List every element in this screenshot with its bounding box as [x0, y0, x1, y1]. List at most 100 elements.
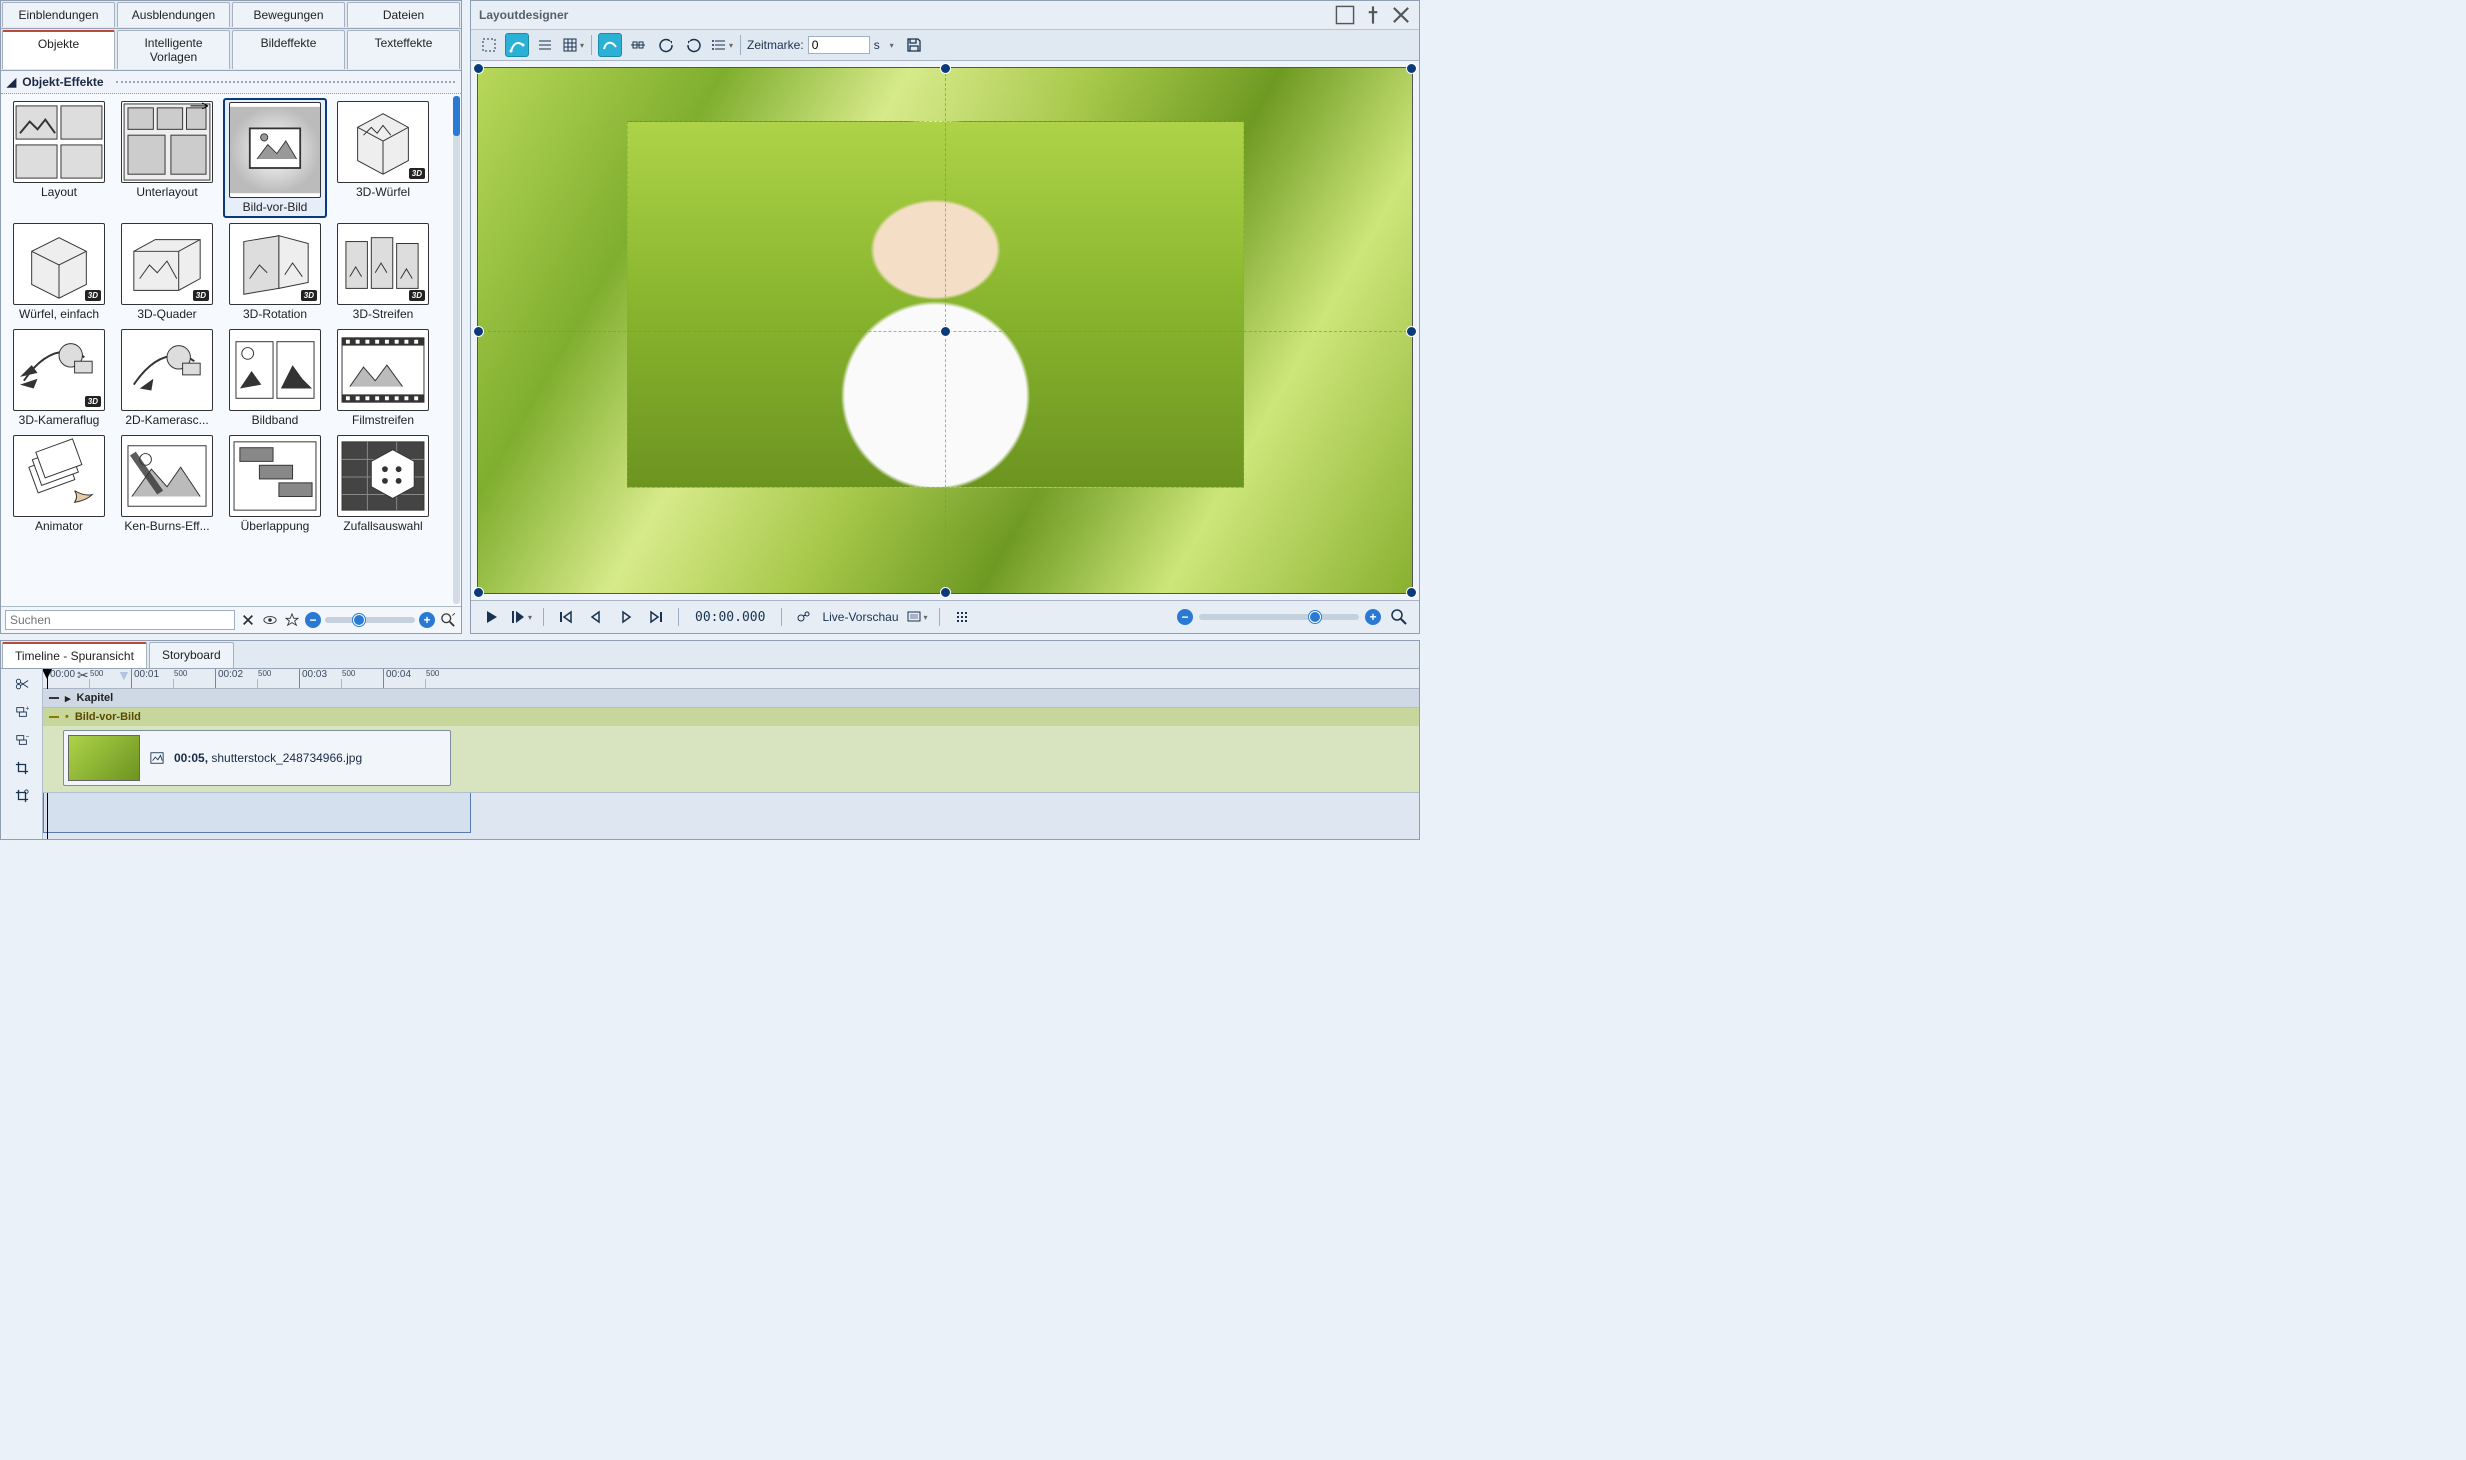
- play-icon[interactable]: [479, 605, 503, 629]
- marker-icon[interactable]: ▼: [117, 669, 131, 683]
- clear-search-icon[interactable]: [239, 611, 257, 629]
- tab-ausblendungen[interactable]: Ausblendungen: [117, 2, 230, 27]
- fit-canvas-icon[interactable]: [1387, 605, 1411, 629]
- effect-bild-vor-bild[interactable]: Bild-vor-Bild: [223, 98, 327, 218]
- save-icon[interactable]: [902, 33, 926, 57]
- thumbnail-zoom-slider[interactable]: [325, 617, 415, 623]
- resize-handle[interactable]: [1406, 63, 1417, 74]
- playback-time: 00:00.000: [689, 610, 771, 625]
- add-track-icon[interactable]: +: [9, 701, 35, 723]
- tab-dateien[interactable]: Dateien: [347, 2, 460, 27]
- timecode-unit-dropdown[interactable]: [884, 33, 898, 57]
- svg-text:−: −: [25, 733, 29, 740]
- effect-label: 3D-Rotation: [226, 307, 324, 321]
- tab-einblendungen[interactable]: Einblendungen: [2, 2, 115, 27]
- preview-quality-icon[interactable]: [905, 605, 929, 629]
- effect-ueberlappung[interactable]: Überlappung: [223, 432, 327, 536]
- effect-bildband[interactable]: Bildband: [223, 326, 327, 430]
- keyframe-tool-icon[interactable]: [626, 33, 650, 57]
- timecode-label: Zeitmarke:: [747, 38, 804, 52]
- effect-3d-kameraflug[interactable]: 3D 3D-Kameraflug: [7, 326, 111, 430]
- curve-tool-icon[interactable]: [505, 33, 529, 57]
- live-preview-toggle-icon[interactable]: [792, 605, 816, 629]
- canvas-zoom-slider[interactable]: [1199, 614, 1359, 620]
- tab-intelligente-vorlagen[interactable]: Intelligente Vorlagen: [117, 30, 230, 69]
- resize-handle[interactable]: [940, 326, 951, 337]
- effects-scrollbar[interactable]: [453, 96, 460, 604]
- effect-unterlayout[interactable]: Unterlayout: [115, 98, 219, 218]
- resize-handle[interactable]: [1406, 326, 1417, 337]
- effect-layout[interactable]: Layout: [7, 98, 111, 218]
- resize-handle[interactable]: [1406, 587, 1417, 598]
- maximize-icon[interactable]: [1335, 5, 1355, 25]
- scissors-tool-icon[interactable]: [9, 673, 35, 695]
- designer-canvas[interactable]: [477, 67, 1413, 594]
- next-frame-icon[interactable]: [614, 605, 638, 629]
- effect-3d-wuerfel[interactable]: 3D 3D-Würfel: [331, 98, 435, 218]
- effect-zufallsauswahl[interactable]: Zufallsauswahl: [331, 432, 435, 536]
- eye-icon[interactable]: [261, 611, 279, 629]
- path-tool-icon[interactable]: [598, 33, 622, 57]
- resize-handle[interactable]: [473, 587, 484, 598]
- rotate-cw-icon[interactable]: [654, 33, 678, 57]
- select-tool-icon[interactable]: [477, 33, 501, 57]
- badge-3d: 3D: [85, 396, 101, 407]
- timecode-input[interactable]: [808, 36, 870, 54]
- tab-objekte[interactable]: Objekte: [2, 30, 115, 69]
- effect-wuerfel-einfach[interactable]: 3D Würfel, einfach: [7, 220, 111, 324]
- canvas-zoom-in-button[interactable]: [1365, 609, 1381, 625]
- remove-track-icon[interactable]: −: [9, 729, 35, 751]
- canvas-zoom-out-button[interactable]: [1177, 609, 1193, 625]
- rotate-ccw-icon[interactable]: [682, 33, 706, 57]
- designer-toolbar: Zeitmarke: s: [471, 30, 1419, 61]
- panel-titlebar: Layoutdesigner: [471, 1, 1419, 30]
- timeline-main[interactable]: ✂ ▼ 00:00 500 00:01 500 00:02 500 00:03 …: [43, 669, 1419, 839]
- resize-handle[interactable]: [940, 63, 951, 74]
- effect-ken-burns[interactable]: Ken-Burns-Eff...: [115, 432, 219, 536]
- tab-bewegungen[interactable]: Bewegungen: [232, 2, 345, 27]
- canvas-selected-object[interactable]: [627, 121, 1243, 489]
- resize-handle[interactable]: [940, 587, 951, 598]
- effect-3d-rotation[interactable]: 3D 3D-Rotation: [223, 220, 327, 324]
- timeline-panel: Timeline - Spuransicht Storyboard + − ✂ …: [0, 640, 1420, 840]
- effect-3d-quader[interactable]: 3D 3D-Quader: [115, 220, 219, 324]
- effect-label: 3D-Kameraflug: [10, 413, 108, 427]
- collapse-icon[interactable]: ◢: [7, 75, 16, 89]
- search-bar: [1, 606, 461, 633]
- section-header[interactable]: ◢ Objekt-Effekte: [1, 71, 461, 94]
- effect-label: Überlappung: [226, 519, 324, 533]
- pin-icon[interactable]: [1363, 5, 1383, 25]
- timeline-ruler[interactable]: ✂ ▼ 00:00 500 00:01 500 00:02 500 00:03 …: [43, 669, 1419, 689]
- play-from-icon[interactable]: [509, 605, 533, 629]
- tab-bildeffekte[interactable]: Bildeffekte: [232, 30, 345, 69]
- tab-storyboard[interactable]: Storyboard: [149, 642, 234, 668]
- list-tool-icon[interactable]: [710, 33, 734, 57]
- star-icon[interactable]: [283, 611, 301, 629]
- effect-animator[interactable]: Animator: [7, 432, 111, 536]
- crop-tool-icon[interactable]: [9, 757, 35, 779]
- resize-handle[interactable]: [473, 326, 484, 337]
- goto-start-icon[interactable]: [554, 605, 578, 629]
- grid-tool-icon[interactable]: [561, 33, 585, 57]
- zoom-out-button[interactable]: [305, 612, 321, 628]
- crop-tool-2-icon[interactable]: [9, 785, 35, 807]
- badge-3d: 3D: [409, 168, 425, 179]
- tab-timeline[interactable]: Timeline - Spuransicht: [2, 642, 147, 668]
- effect-3d-streifen[interactable]: 3D 3D-Streifen: [331, 220, 435, 324]
- goto-end-icon[interactable]: [644, 605, 668, 629]
- columns-icon[interactable]: [950, 605, 974, 629]
- track-bild-vor-bild[interactable]: •Bild-vor-Bild 00:05, shutterstock_24873…: [43, 708, 1419, 793]
- timeline-clip[interactable]: 00:05, shutterstock_248734966.jpg: [63, 730, 451, 786]
- tab-texteffekte[interactable]: Texteffekte: [347, 30, 460, 69]
- search-input[interactable]: [5, 610, 235, 630]
- track-kapitel[interactable]: ▸Kapitel: [43, 689, 1419, 708]
- prev-frame-icon[interactable]: [584, 605, 608, 629]
- scissors-marker-icon[interactable]: ✂: [77, 669, 89, 684]
- effect-filmstreifen[interactable]: Filmstreifen: [331, 326, 435, 430]
- close-icon[interactable]: [1391, 5, 1411, 25]
- magnify-reset-icon[interactable]: [439, 611, 457, 629]
- resize-handle[interactable]: [473, 63, 484, 74]
- align-tool-icon[interactable]: [533, 33, 557, 57]
- effect-2d-kameraschwenk[interactable]: 2D-Kamerasc...: [115, 326, 219, 430]
- zoom-in-button[interactable]: [419, 612, 435, 628]
